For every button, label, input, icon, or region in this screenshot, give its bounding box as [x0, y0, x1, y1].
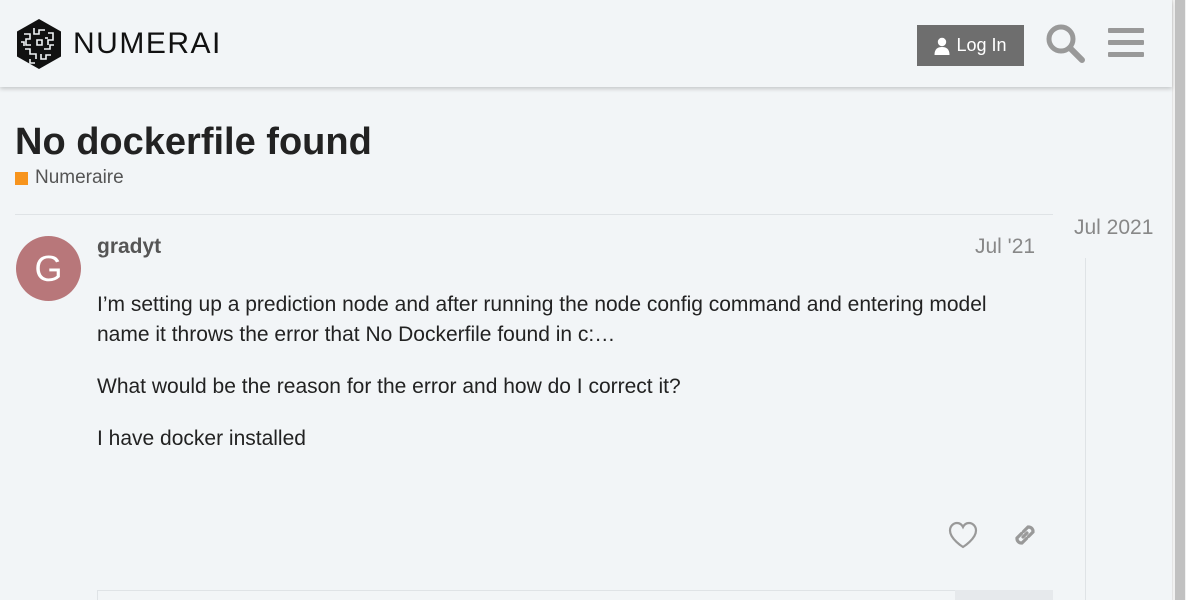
hamburger-menu-icon[interactable]	[1108, 27, 1144, 59]
divider	[15, 214, 1053, 215]
category-color-swatch	[15, 171, 28, 185]
category-badge[interactable]: Numeraire	[15, 167, 124, 189]
scrollbar-thumb[interactable]	[1175, 0, 1185, 600]
like-icon[interactable]	[948, 521, 978, 549]
site-logo[interactable]: NUMERAI	[15, 18, 222, 70]
post-date[interactable]: Jul '21	[975, 235, 1035, 259]
post-paragraph: What would be the reason for the error a…	[97, 375, 681, 398]
topic-title[interactable]: No dockerfile found	[15, 120, 372, 164]
post-username[interactable]: gradyt	[97, 235, 161, 259]
login-label: Log In	[956, 35, 1007, 55]
user-icon	[934, 37, 950, 55]
scrollbar[interactable]	[1172, 0, 1186, 600]
search-icon[interactable]	[1045, 23, 1085, 63]
category-label: Numeraire	[35, 167, 124, 188]
login-button[interactable]: Log In	[917, 25, 1024, 66]
avatar[interactable]: G	[16, 236, 81, 301]
numerai-logo-icon	[17, 19, 61, 69]
post-paragraph: I’m setting up a prediction node and aft…	[97, 293, 987, 346]
reply-area-side	[955, 590, 1053, 600]
page: NUMERAI Log In No dockerfile found Numer…	[0, 0, 1186, 600]
post-body: I’m setting up a prediction node and aft…	[97, 290, 1037, 476]
site-header: NUMERAI Log In	[0, 0, 1172, 87]
timeline-track	[1085, 258, 1086, 600]
post-paragraph: I have docker installed	[97, 427, 306, 450]
link-icon[interactable]	[1011, 521, 1039, 549]
reply-area	[97, 590, 1053, 600]
timeline-date[interactable]: Jul 2021	[1074, 216, 1153, 240]
logo-text: NUMERAI	[73, 27, 222, 60]
